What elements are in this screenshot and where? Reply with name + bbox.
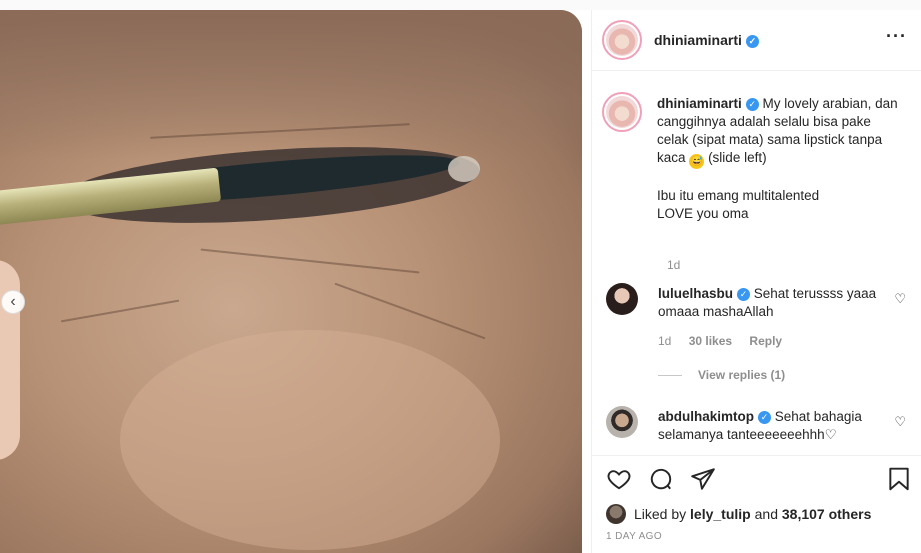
caption-avatar[interactable] — [602, 92, 642, 132]
caption-username[interactable]: dhiniaminarti — [657, 96, 742, 111]
reply-button[interactable]: Reply — [749, 334, 782, 348]
media-wrinkle — [334, 282, 486, 340]
author-username[interactable]: dhiniaminarti ✓ — [654, 32, 759, 48]
more-horizontal-icon[interactable]: ··· — [886, 26, 907, 47]
like-heart-icon[interactable] — [606, 466, 632, 494]
grinning-sweat-emoji-icon: 😅 — [689, 154, 705, 169]
media-cheek — [120, 330, 500, 550]
verified-badge-icon: ✓ — [758, 411, 772, 424]
previous-slide-button[interactable]: ‹ — [1, 290, 25, 314]
likes-summary: Liked by lely_tulip and 38,107 others — [606, 504, 871, 524]
liker-avatar[interactable] — [606, 504, 626, 524]
post-header: dhiniaminarti ✓ ··· — [592, 10, 921, 71]
caption-time[interactable]: 1d — [667, 258, 680, 272]
comment-bubble-icon[interactable] — [648, 466, 674, 494]
bookmark-icon[interactable] — [886, 466, 912, 497]
caption-slide-note: (slide left) — [708, 150, 767, 165]
commenter-avatar[interactable] — [606, 283, 638, 315]
author-avatar[interactable] — [602, 20, 642, 60]
comments-list: dhiniaminarti ✓ My lovely arabian, dan ca… — [592, 72, 921, 454]
media-wrinkle — [200, 248, 420, 274]
caption-line-3: LOVE you oma — [657, 206, 749, 221]
heart-outline-icon[interactable]: ♡ — [894, 414, 906, 430]
post-media[interactable]: ‹ — [0, 10, 582, 553]
caption-text: dhiniaminarti ✓ My lovely arabian, dan ca… — [657, 95, 902, 223]
likes-others[interactable]: 38,107 others — [782, 506, 872, 522]
commenter-username[interactable]: luluelhasbu — [658, 286, 733, 301]
likes-prefix: Liked by — [634, 506, 687, 522]
replies-divider — [658, 375, 682, 377]
commenter-username[interactable]: abdulhakimtop — [658, 409, 754, 424]
comment-text: abdulhakimtop ✓ Sehat bahagia selamanya t… — [658, 408, 878, 444]
post-side-panel: dhiniaminarti ✓ ··· dhiniaminarti ✓ My lov… — [591, 10, 921, 553]
media-wrinkle — [60, 299, 180, 323]
comment-text: luluelhasbu ✓ Sehat terussss yaaa omaaa m… — [658, 285, 878, 321]
comment-meta: 1d 30 likes Reply — [658, 334, 796, 348]
share-send-icon[interactable] — [690, 466, 716, 494]
heart-outline-icon[interactable]: ♡ — [894, 291, 906, 307]
comment-time[interactable]: 1d — [658, 334, 671, 348]
chevron-left-icon: ‹ — [10, 293, 16, 310]
instagram-post: ‹ dhiniaminarti ✓ ··· dhiniaminarti ✓ My l… — [0, 10, 921, 553]
post-actions: Liked by lely_tulip and 38,107 others 1 … — [592, 455, 921, 553]
media-shade — [0, 10, 582, 160]
view-replies-button[interactable]: View replies (1) — [658, 368, 785, 382]
media-eye-corner — [448, 156, 480, 182]
commenter-avatar[interactable] — [606, 406, 638, 438]
comment-likes[interactable]: 30 likes — [689, 334, 732, 348]
liker-username[interactable]: lely_tulip — [690, 506, 751, 522]
verified-badge-icon: ✓ — [737, 288, 751, 301]
view-replies-label: View replies (1) — [698, 368, 786, 382]
post-timestamp[interactable]: 1 DAY AGO — [606, 531, 662, 542]
action-icons — [606, 466, 716, 494]
caption-line-2: Ibu itu emang multitalented — [657, 188, 820, 203]
verified-badge-icon: ✓ — [745, 98, 759, 111]
likes-and: and — [754, 506, 778, 522]
verified-badge-icon: ✓ — [745, 35, 759, 48]
